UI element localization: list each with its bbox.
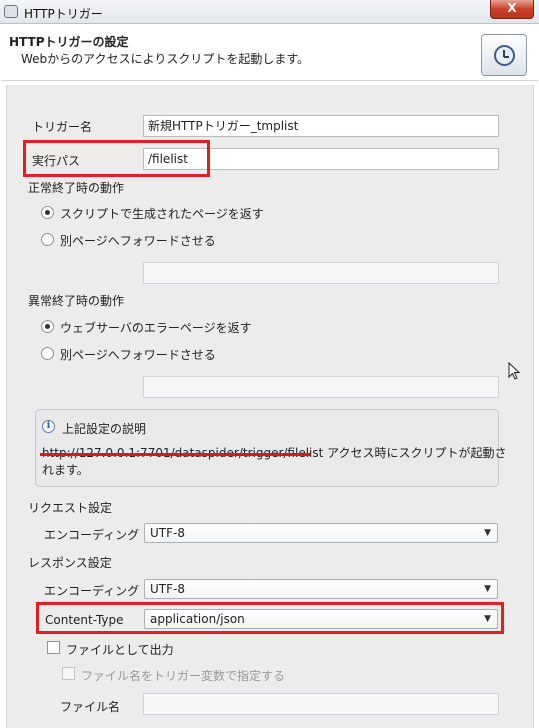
abnormal-end-option-1: ウェブサーバのエラーページを返す [60, 321, 252, 335]
normal-end-option-2: 別ページへフォワードさせる [60, 234, 216, 248]
output-as-file-label: ファイルとして出力 [66, 643, 174, 657]
dropdown-arrow-icon: ▼ [484, 584, 491, 594]
trigger-name-input[interactable]: 新規HTTPトリガー_tmplist [143, 115, 499, 137]
dialog-header: HTTPトリガーの設定 Webからのアクセスによりスクリプトを起動します。 [1, 25, 538, 81]
filename-label: ファイル名 [60, 700, 121, 714]
normal-end-label: 正常終了時の動作 [28, 181, 125, 195]
dropdown-arrow-icon: ▼ [484, 528, 491, 538]
info-icon: i [42, 420, 55, 433]
request-encoding-select[interactable]: UTF-8 ▼ [144, 523, 498, 543]
header-description: Webからのアクセスによりスクリプトを起動します。 [21, 52, 310, 66]
filename-from-var-label: ファイル名をトリガー変数で指定する [81, 669, 286, 683]
normal-end-radio-return-page[interactable] [41, 206, 54, 219]
abnormal-end-radio-forward[interactable] [41, 347, 54, 360]
abnormal-end-label: 異常終了時の動作 [28, 294, 125, 308]
window-title: HTTPトリガー [24, 7, 103, 21]
info-box: i 上記設定の説明 http://127.0.0.1:7701/dataspid… [35, 409, 507, 487]
mouse-cursor-icon [508, 362, 521, 380]
trigger-name-label: トリガー名 [32, 120, 93, 134]
response-encoding-label: エンコーディング [44, 584, 140, 598]
close-button[interactable]: X [490, 0, 534, 19]
settings-panel: トリガー名 新規HTTPトリガー_tmplist 実行パス /filelist … [6, 85, 534, 728]
response-section-label: レスポンス設定 [28, 556, 112, 570]
filename-from-var-checkbox[interactable] [62, 667, 75, 680]
window-titlebar: HTTPトリガー [0, 0, 539, 24]
clock-icon [481, 34, 527, 76]
highlight-content-type [36, 602, 504, 634]
request-encoding-label: エンコーディング [44, 528, 140, 542]
highlight-exec-path [23, 140, 210, 177]
filename-input[interactable] [143, 693, 499, 715]
normal-end-radio-forward[interactable] [41, 233, 54, 246]
output-as-file-checkbox[interactable] [47, 641, 60, 654]
response-encoding-select[interactable]: UTF-8 ▼ [144, 579, 498, 599]
info-text-suffix: アクセス時にスクリプトが起動さ [323, 446, 507, 460]
highlight-url-underline [40, 453, 310, 456]
request-section-label: リクエスト設定 [28, 501, 113, 515]
abnormal-end-radio-error-page[interactable] [41, 320, 54, 333]
abnormal-end-option-2: 別ページへフォワードさせる [60, 348, 216, 362]
app-icon [4, 5, 18, 18]
header-title: HTTPトリガーの設定 [9, 35, 129, 49]
normal-end-forward-input[interactable] [143, 262, 499, 284]
request-encoding-value: UTF-8 [150, 526, 185, 540]
info-text-line2: れます。 [42, 463, 89, 477]
response-encoding-value: UTF-8 [150, 582, 185, 596]
normal-end-option-1: スクリプトで生成されたページを返す [60, 207, 264, 221]
abnormal-end-forward-input[interactable] [143, 376, 499, 398]
info-title: 上記設定の説明 [62, 422, 147, 436]
